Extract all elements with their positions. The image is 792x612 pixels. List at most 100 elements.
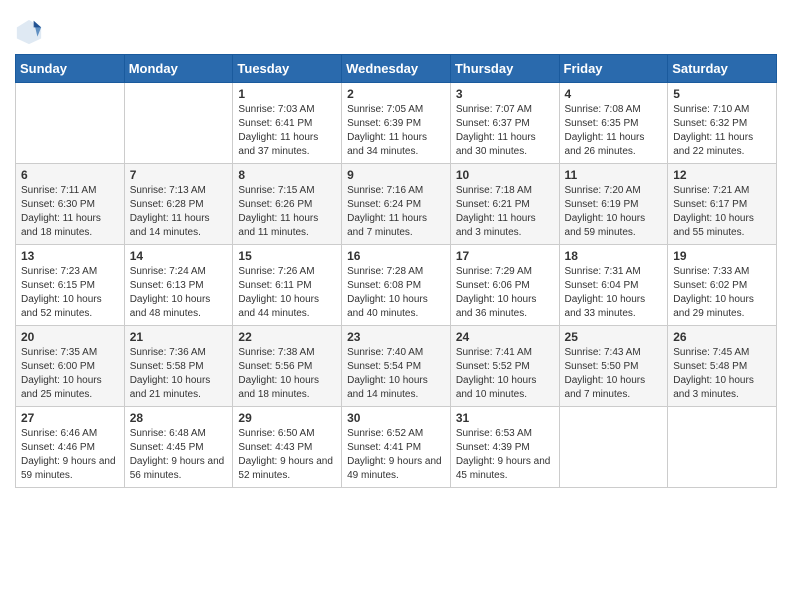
day-info: Sunrise: 7:41 AM Sunset: 5:52 PM Dayligh… — [456, 346, 554, 402]
day-cell: 14 Sunrise: 7:24 AM Sunset: 6:13 PM Dayli… — [124, 245, 233, 326]
day-cell — [559, 407, 668, 488]
day-number: 15 — [238, 249, 336, 263]
day-info: Sunrise: 7:20 AM Sunset: 6:19 PM Dayligh… — [565, 184, 663, 240]
day-info: Sunrise: 7:11 AM Sunset: 6:30 PM Dayligh… — [21, 184, 119, 240]
day-cell — [668, 407, 777, 488]
day-cell: 27 Sunrise: 6:46 AM Sunset: 4:46 PM Dayli… — [16, 407, 125, 488]
day-cell: 20Sunrise: 7:35 AM Sunset: 6:00 PM Dayli… — [16, 326, 125, 407]
calendar-header: SundayMondayTuesdayWednesdayThursdayFrid… — [16, 55, 777, 83]
header-cell-monday: Monday — [124, 55, 233, 83]
day-cell: 4 Sunrise: 7:08 AM Sunset: 6:35 PM Daylig… — [559, 83, 668, 164]
day-number: 27 — [21, 411, 119, 425]
day-cell: 19 Sunrise: 7:33 AM Sunset: 6:02 PM Dayli… — [668, 245, 777, 326]
day-number: 7 — [130, 168, 228, 182]
day-info: Sunrise: 6:48 AM Sunset: 4:45 PM Dayligh… — [130, 427, 228, 483]
day-cell: 1Sunrise: 7:03 AM Sunset: 6:41 PM Daylig… — [233, 83, 342, 164]
day-info: Sunrise: 6:53 AM Sunset: 4:39 PM Dayligh… — [456, 427, 554, 483]
day-cell: 3 Sunrise: 7:07 AM Sunset: 6:37 PM Daylig… — [450, 83, 559, 164]
day-info: Sunrise: 7:16 AM Sunset: 6:24 PM Dayligh… — [347, 184, 445, 240]
day-number: 22 — [238, 330, 336, 344]
day-info: Sunrise: 7:07 AM Sunset: 6:37 PM Dayligh… — [456, 103, 554, 159]
day-number: 13 — [21, 249, 119, 263]
header-cell-friday: Friday — [559, 55, 668, 83]
header-cell-saturday: Saturday — [668, 55, 777, 83]
week-row-3: 13 Sunrise: 7:23 AM Sunset: 6:15 PM Dayli… — [16, 245, 777, 326]
day-cell: 12 Sunrise: 7:21 AM Sunset: 6:17 PM Dayli… — [668, 164, 777, 245]
day-number: 4 — [565, 87, 663, 101]
day-number: 17 — [456, 249, 554, 263]
day-cell: 25Sunrise: 7:43 AM Sunset: 5:50 PM Dayli… — [559, 326, 668, 407]
day-cell: 5Sunrise: 7:10 AM Sunset: 6:32 PM Daylig… — [668, 83, 777, 164]
day-cell — [16, 83, 125, 164]
day-number: 8 — [238, 168, 336, 182]
day-cell: 23 Sunrise: 7:40 AM Sunset: 5:54 PM Dayli… — [342, 326, 451, 407]
day-cell: 29 Sunrise: 6:50 AM Sunset: 4:43 PM Dayli… — [233, 407, 342, 488]
day-number: 12 — [673, 168, 771, 182]
day-info: Sunrise: 7:23 AM Sunset: 6:15 PM Dayligh… — [21, 265, 119, 321]
day-number: 23 — [347, 330, 445, 344]
header-cell-sunday: Sunday — [16, 55, 125, 83]
day-info: Sunrise: 7:36 AM Sunset: 5:58 PM Dayligh… — [130, 346, 228, 402]
day-number: 26 — [673, 330, 771, 344]
day-info: Sunrise: 7:18 AM Sunset: 6:21 PM Dayligh… — [456, 184, 554, 240]
day-number: 11 — [565, 168, 663, 182]
week-row-1: 1Sunrise: 7:03 AM Sunset: 6:41 PM Daylig… — [16, 83, 777, 164]
day-cell — [124, 83, 233, 164]
header-cell-thursday: Thursday — [450, 55, 559, 83]
header — [15, 10, 777, 46]
day-number: 24 — [456, 330, 554, 344]
week-row-2: 6 Sunrise: 7:11 AM Sunset: 6:30 PM Daylig… — [16, 164, 777, 245]
day-number: 9 — [347, 168, 445, 182]
day-cell: 24 Sunrise: 7:41 AM Sunset: 5:52 PM Dayli… — [450, 326, 559, 407]
day-cell: 6 Sunrise: 7:11 AM Sunset: 6:30 PM Daylig… — [16, 164, 125, 245]
day-info: Sunrise: 7:13 AM Sunset: 6:28 PM Dayligh… — [130, 184, 228, 240]
day-number: 1 — [238, 87, 336, 101]
day-cell: 11 Sunrise: 7:20 AM Sunset: 6:19 PM Dayli… — [559, 164, 668, 245]
day-info: Sunrise: 6:52 AM Sunset: 4:41 PM Dayligh… — [347, 427, 445, 483]
calendar-table: SundayMondayTuesdayWednesdayThursdayFrid… — [15, 54, 777, 488]
day-number: 30 — [347, 411, 445, 425]
day-cell: 9 Sunrise: 7:16 AM Sunset: 6:24 PM Daylig… — [342, 164, 451, 245]
day-number: 3 — [456, 87, 554, 101]
day-number: 16 — [347, 249, 445, 263]
day-number: 14 — [130, 249, 228, 263]
logo — [15, 18, 47, 46]
day-number: 19 — [673, 249, 771, 263]
day-cell: 31 Sunrise: 6:53 AM Sunset: 4:39 PM Dayli… — [450, 407, 559, 488]
day-cell: 30 Sunrise: 6:52 AM Sunset: 4:41 PM Dayli… — [342, 407, 451, 488]
day-info: Sunrise: 7:08 AM Sunset: 6:35 PM Dayligh… — [565, 103, 663, 159]
header-cell-tuesday: Tuesday — [233, 55, 342, 83]
logo-icon — [15, 18, 43, 46]
day-info: Sunrise: 7:33 AM Sunset: 6:02 PM Dayligh… — [673, 265, 771, 321]
day-cell: 2 Sunrise: 7:05 AM Sunset: 6:39 PM Daylig… — [342, 83, 451, 164]
day-cell: 21Sunrise: 7:36 AM Sunset: 5:58 PM Dayli… — [124, 326, 233, 407]
day-cell: 13 Sunrise: 7:23 AM Sunset: 6:15 PM Dayli… — [16, 245, 125, 326]
header-cell-wednesday: Wednesday — [342, 55, 451, 83]
day-info: Sunrise: 7:31 AM Sunset: 6:04 PM Dayligh… — [565, 265, 663, 321]
day-info: Sunrise: 7:21 AM Sunset: 6:17 PM Dayligh… — [673, 184, 771, 240]
day-cell: 7 Sunrise: 7:13 AM Sunset: 6:28 PM Daylig… — [124, 164, 233, 245]
day-number: 29 — [238, 411, 336, 425]
day-number: 20 — [21, 330, 119, 344]
day-cell: 22Sunrise: 7:38 AM Sunset: 5:56 PM Dayli… — [233, 326, 342, 407]
day-number: 5 — [673, 87, 771, 101]
day-cell: 18Sunrise: 7:31 AM Sunset: 6:04 PM Dayli… — [559, 245, 668, 326]
day-cell: 15 Sunrise: 7:26 AM Sunset: 6:11 PM Dayli… — [233, 245, 342, 326]
day-number: 31 — [456, 411, 554, 425]
day-number: 2 — [347, 87, 445, 101]
day-info: Sunrise: 6:46 AM Sunset: 4:46 PM Dayligh… — [21, 427, 119, 483]
day-number: 6 — [21, 168, 119, 182]
day-info: Sunrise: 7:05 AM Sunset: 6:39 PM Dayligh… — [347, 103, 445, 159]
day-info: Sunrise: 7:15 AM Sunset: 6:26 PM Dayligh… — [238, 184, 336, 240]
day-info: Sunrise: 7:26 AM Sunset: 6:11 PM Dayligh… — [238, 265, 336, 321]
day-cell: 26 Sunrise: 7:45 AM Sunset: 5:48 PM Dayli… — [668, 326, 777, 407]
week-row-5: 27 Sunrise: 6:46 AM Sunset: 4:46 PM Dayli… — [16, 407, 777, 488]
day-info: Sunrise: 7:40 AM Sunset: 5:54 PM Dayligh… — [347, 346, 445, 402]
day-info: Sunrise: 7:43 AM Sunset: 5:50 PM Dayligh… — [565, 346, 663, 402]
day-info: Sunrise: 7:45 AM Sunset: 5:48 PM Dayligh… — [673, 346, 771, 402]
day-cell: 28 Sunrise: 6:48 AM Sunset: 4:45 PM Dayli… — [124, 407, 233, 488]
day-info: Sunrise: 7:24 AM Sunset: 6:13 PM Dayligh… — [130, 265, 228, 321]
day-number: 28 — [130, 411, 228, 425]
day-info: Sunrise: 6:50 AM Sunset: 4:43 PM Dayligh… — [238, 427, 336, 483]
day-cell: 16Sunrise: 7:28 AM Sunset: 6:08 PM Dayli… — [342, 245, 451, 326]
